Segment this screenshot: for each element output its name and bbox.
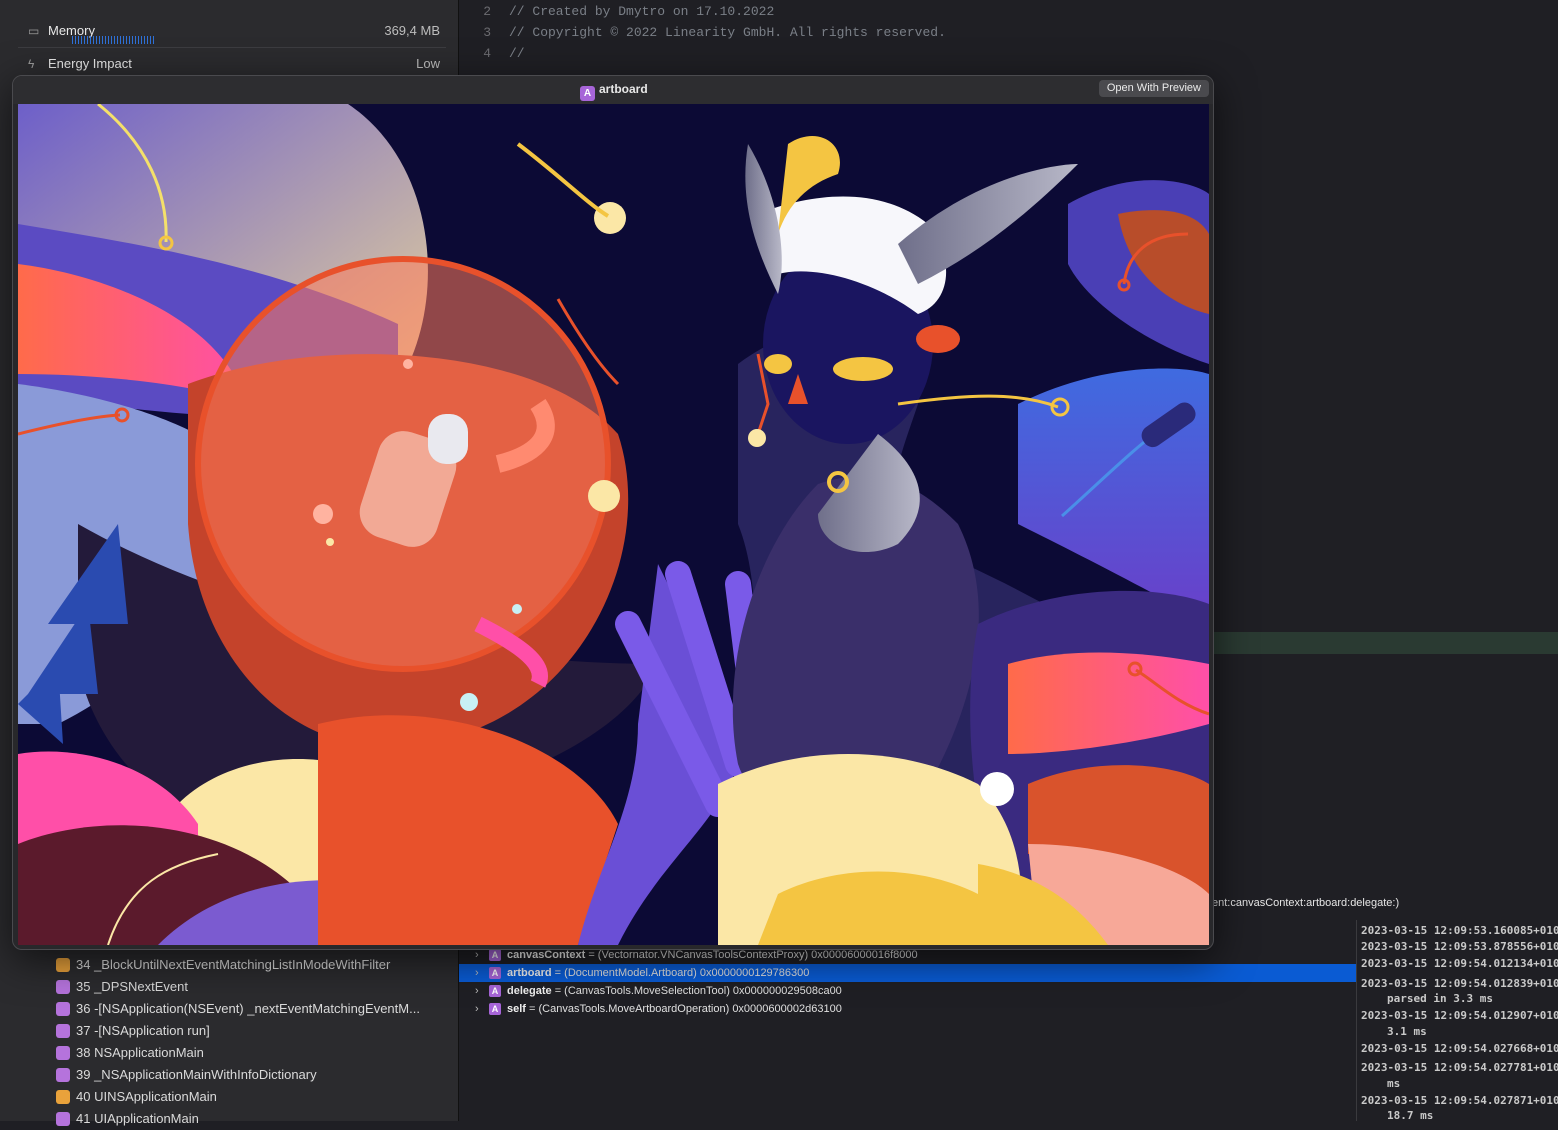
variable-row-selected[interactable]: › A artboard = (DocumentModel.Artboard) … [459,964,1356,982]
variable-row[interactable]: › A delegate = (CanvasTools.MoveSelectio… [459,982,1356,1000]
library-icon [56,1045,70,1060]
stack-frame[interactable]: 37 -[NSApplication run] [50,1020,450,1042]
log-line: 2023-03-15 12:09:54.012134+010 [1361,957,1558,970]
variable-name: self [507,1003,526,1015]
stack-frame[interactable]: 35 _DPSNextEvent [50,976,450,998]
stack-frame[interactable]: 41 UIApplicationMain [50,1108,450,1130]
variable-value: = (Vectornator.VNCanvasToolsContextProxy… [585,949,918,961]
quick-look-window[interactable]: Aartboard Open With Preview [12,75,1214,950]
variable-row[interactable]: › A self = (CanvasTools.MoveArtboardOper… [459,1000,1356,1018]
log-line: 2023-03-15 12:09:54.027781+010 [1361,1061,1558,1074]
stack-frame[interactable]: 38 NSApplicationMain [50,1042,450,1064]
library-icon [56,979,70,994]
log-line: 2023-03-15 12:09:54.012907+010 [1361,1009,1558,1022]
memory-value: 369,4 MB [384,23,440,38]
log-line: parsed in 3.3 ms [1387,992,1493,1005]
disclosure-chevron-icon[interactable]: › [475,1000,479,1018]
library-icon [56,1067,70,1082]
log-line: 2023-03-15 12:09:54.012839+010 [1361,977,1558,990]
variable-name: artboard [507,967,552,979]
type-badge-icon: A [489,1003,501,1015]
log-line: 2023-03-15 12:09:54.027668+010 [1361,1042,1558,1055]
log-line: 3.1 ms [1387,1025,1427,1038]
library-icon [56,1111,70,1126]
disclosure-chevron-icon[interactable]: › [475,964,479,982]
type-badge-icon: A [489,985,501,997]
code-line[interactable]: 4// [459,43,1558,64]
open-with-preview-button[interactable]: Open With Preview [1098,80,1209,97]
stack-frame[interactable]: 39 _NSApplicationMainWithInfoDictionary [50,1064,450,1086]
library-icon [56,1089,70,1104]
type-badge-icon: A [489,949,501,961]
log-line: 2023-03-15 12:09:54.027871+010 [1361,1094,1558,1107]
type-badge-icon: A [489,967,501,979]
quick-look-title-text: artboard [599,82,648,96]
quick-look-titlebar[interactable]: Aartboard Open With Preview [13,76,1213,104]
artboard-type-icon: A [580,86,595,101]
console-output[interactable]: 2023-03-15 12:09:53.160085+010 2023-03-1… [1356,920,1558,1121]
variable-name: delegate [507,985,552,997]
memory-gauge[interactable]: ▭ Memory 369,4 MB [18,15,446,48]
stack-frame[interactable]: 36 -[NSApplication(NSEvent) _nextEventMa… [50,998,450,1020]
stack-frame[interactable]: 40 UINSApplicationMain [50,1086,450,1108]
code-line[interactable]: 3// Copyright © 2022 Linearity GmbH. All… [459,22,1558,43]
variable-value: = (CanvasTools.MoveSelectionTool) 0x0000… [551,985,842,997]
memory-sparkline [72,36,156,44]
memory-chip-icon: ▭ [28,24,40,38]
log-line: 18.7 ms [1387,1109,1434,1121]
library-icon [56,1023,70,1038]
stack-frame-header: ent:canvasContext:artboard:delegate:) [1212,897,1400,909]
stack-frame-list: 34 _BlockUntilNextEventMatchingListInMod… [50,954,450,1130]
library-icon [56,1001,70,1016]
log-line: 2023-03-15 12:09:53.878556+010 [1361,940,1558,953]
quick-look-title: Aartboard [580,82,648,101]
variable-value: = (CanvasTools.MoveArtboardOperation) 0x… [525,1003,842,1015]
disclosure-chevron-icon[interactable]: › [475,982,479,1000]
log-line: 2023-03-15 12:09:53.160085+010 [1361,924,1558,937]
artboard-illustration [18,104,1209,945]
log-line: ms [1387,1077,1401,1090]
variable-value: = (DocumentModel.Artboard) 0x00000001297… [551,967,810,979]
variables-view: › A canvasContext = (Vectornator.VNCanva… [459,946,1356,1121]
library-icon [56,957,70,972]
variable-name: canvasContext [507,949,586,961]
code-line[interactable]: 2// Created by Dmytro on 17.10.2022 [459,1,1558,22]
stack-frame[interactable]: 34 _BlockUntilNextEventMatchingListInMod… [50,954,450,976]
